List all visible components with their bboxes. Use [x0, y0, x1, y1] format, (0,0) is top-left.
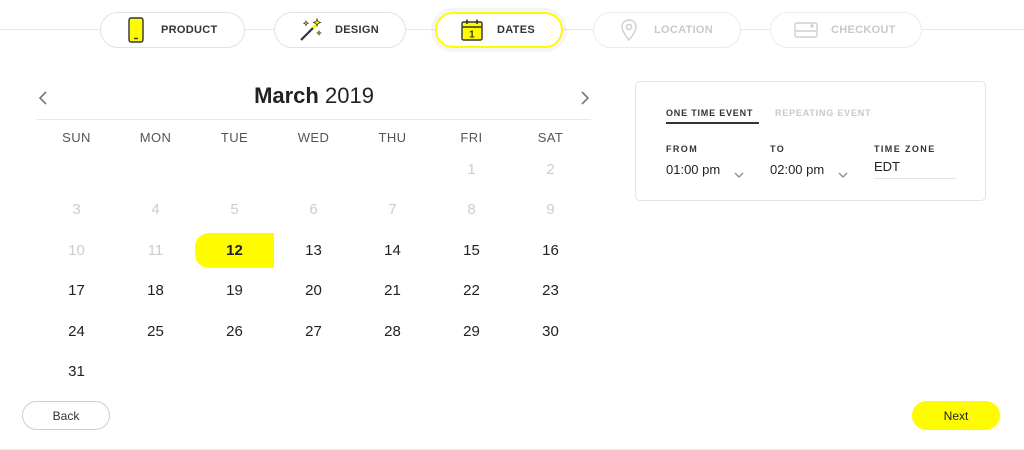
day-cell-disabled: 3	[72, 201, 81, 219]
from-label: FROM	[666, 144, 699, 154]
day-cell-disabled: 7	[388, 201, 397, 219]
back-button[interactable]: Back	[22, 401, 110, 430]
empty-day-cell	[116, 149, 195, 190]
tab-repeating-event[interactable]: REPEATING EVENT	[775, 108, 871, 118]
day-cell-disabled: 1	[467, 160, 476, 178]
day-cell[interactable]: 21	[353, 271, 432, 312]
day-cell-disabled: 10	[68, 241, 85, 259]
day-cell[interactable]: 22	[432, 271, 511, 312]
weekday-header: SUN MON TUE WED THU FRI SAT	[37, 130, 591, 145]
phone-icon	[123, 17, 149, 43]
weekday-label: TUE	[220, 130, 249, 145]
day-cell-disabled: 4	[151, 201, 160, 219]
day-cell[interactable]: 18	[116, 271, 195, 312]
calendar-icon: 1	[459, 17, 485, 43]
day-cell-disabled: 8	[467, 201, 476, 219]
day-cell[interactable]: 23	[511, 271, 590, 312]
day-cell-disabled: 2	[546, 160, 555, 178]
chevron-down-icon	[838, 166, 848, 178]
month-title: March 2019	[37, 83, 591, 109]
calendar-grid: 1 2 3 4 5 6 7 8 9 10 11 12 13 14 15 16 17 18 19 20 21 22 23 24 2…	[37, 149, 591, 392]
chevron-right-icon[interactable]	[577, 90, 591, 106]
step-product-label: PRODUCT	[161, 24, 218, 36]
day-cell[interactable]: 31	[37, 352, 116, 393]
chevron-down-icon	[734, 166, 744, 178]
weekday-label: WED	[297, 130, 330, 145]
step-checkout-label: CHECKOUT	[831, 24, 896, 36]
event-time-panel: ONE TIME EVENT REPEATING EVENT FROM TO T…	[635, 81, 986, 201]
from-time-select[interactable]: 01:00 pm	[666, 159, 744, 179]
location-pin-icon	[616, 17, 642, 43]
day-cell[interactable]: 28	[353, 311, 432, 352]
credit-card-icon	[793, 17, 819, 43]
day-cell[interactable]: 17	[37, 271, 116, 312]
step-design[interactable]: DESIGN	[274, 12, 406, 48]
weekday-label: SAT	[537, 130, 564, 145]
tab-one-time-event[interactable]: ONE TIME EVENT	[666, 108, 753, 118]
from-time-value: 01:00 pm	[666, 161, 721, 177]
day-cell[interactable]: 24	[37, 311, 116, 352]
calendar-header: March 2019	[37, 78, 591, 120]
month-name: March	[254, 83, 319, 108]
day-cell-disabled: 9	[546, 201, 555, 219]
day-cell[interactable]: 26	[195, 311, 274, 352]
empty-day-cell	[274, 149, 353, 190]
timezone-field[interactable]: EDT	[874, 159, 956, 179]
day-cell-disabled: 11	[147, 241, 164, 259]
year: 2019	[324, 83, 374, 108]
step-dates[interactable]: 1 DATES	[435, 12, 563, 48]
svg-text:1: 1	[469, 30, 475, 41]
day-cell-disabled: 5	[230, 201, 239, 219]
active-tab-underline	[666, 122, 759, 124]
day-cell[interactable]: 29	[432, 311, 511, 352]
timezone-label: TIME ZONE	[874, 144, 936, 154]
day-cell[interactable]: 30	[511, 311, 590, 352]
day-cell[interactable]: 25	[116, 311, 195, 352]
day-cell[interactable]: 13	[274, 230, 353, 271]
day-cell-disabled: 6	[309, 201, 318, 219]
day-cell[interactable]: 20	[274, 271, 353, 312]
step-design-label: DESIGN	[335, 24, 379, 36]
day-cell-selected[interactable]: 12	[195, 233, 274, 268]
day-cell[interactable]: 15	[432, 230, 511, 271]
step-dates-label: DATES	[497, 24, 535, 36]
step-checkout[interactable]: CHECKOUT	[770, 12, 922, 48]
step-product[interactable]: PRODUCT	[100, 12, 245, 48]
day-cell[interactable]: 14	[353, 230, 432, 271]
weekday-label: MON	[139, 130, 172, 145]
to-label: TO	[770, 144, 786, 154]
empty-day-cell	[353, 149, 432, 190]
weekday-label: SUN	[62, 130, 91, 145]
weekday-label: THU	[378, 130, 407, 145]
to-time-value: 02:00 pm	[770, 161, 825, 177]
step-location-label: LOCATION	[654, 24, 714, 36]
next-button[interactable]: Next	[912, 401, 1000, 430]
empty-day-cell	[37, 149, 116, 190]
empty-day-cell	[195, 149, 274, 190]
step-location[interactable]: LOCATION	[593, 12, 741, 48]
day-cell[interactable]: 19	[195, 271, 274, 312]
magic-wand-icon	[297, 17, 323, 43]
day-cell[interactable]: 16	[511, 230, 590, 271]
to-time-select[interactable]: 02:00 pm	[770, 159, 848, 179]
day-cell[interactable]: 27	[274, 311, 353, 352]
weekday-label: FRI	[460, 130, 483, 145]
